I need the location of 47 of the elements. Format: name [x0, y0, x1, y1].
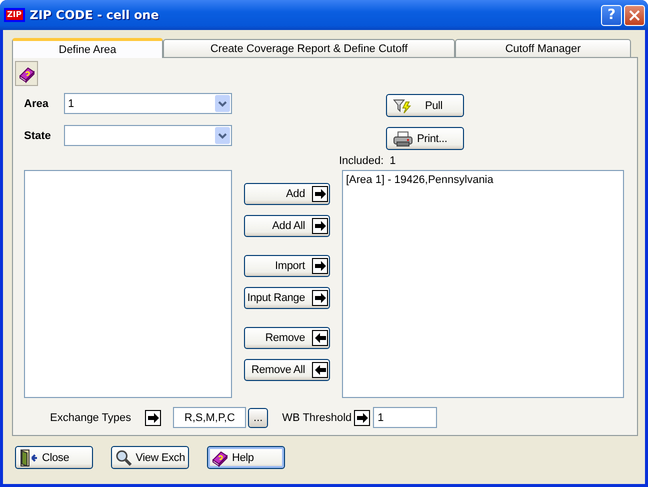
area-dropdown[interactable]: 1 — [64, 93, 232, 114]
remove-button[interactable]: Remove — [244, 327, 330, 349]
state-label: State — [24, 130, 52, 142]
help-button[interactable]: ? — [601, 4, 622, 26]
help-button[interactable]: Help — [207, 446, 285, 469]
add-button[interactable]: Input Range — [244, 287, 330, 309]
right-arrow-icon — [354, 410, 370, 426]
close-icon — [629, 10, 640, 20]
tab[interactable]: Define Area — [12, 38, 163, 58]
close-button[interactable] — [624, 4, 645, 26]
list-item[interactable]: [Area 1] - 19426,Pennsylvania — [346, 174, 620, 186]
add-button[interactable]: Add All — [244, 215, 330, 237]
add-button[interactable]: Add — [244, 183, 330, 205]
left-arrow-icon — [312, 330, 328, 346]
wb-threshold-field[interactable]: 1 — [372, 407, 437, 428]
right-arrow-icon — [312, 258, 328, 274]
tab[interactable]: Create Coverage Report & Define Cutoff — [163, 39, 455, 57]
funnel-icon — [393, 98, 413, 114]
door-icon — [19, 448, 39, 466]
right-arrow-icon — [145, 410, 162, 426]
right-arrow-icon — [312, 186, 328, 202]
book-icon — [18, 64, 36, 82]
included-list[interactable]: [Area 1] - 19426,Pennsylvania — [342, 170, 624, 398]
app-icon: ZIP — [4, 8, 25, 22]
magnifier-icon — [115, 448, 133, 466]
help-book-button[interactable] — [15, 61, 38, 86]
exchange-types-field[interactable]: R,S,M,P,C — [173, 407, 246, 428]
tab[interactable]: Cutoff Manager — [455, 39, 631, 57]
book-icon — [211, 448, 229, 466]
wb-threshold-label: WB Threshold — [282, 412, 352, 424]
right-arrow-icon — [312, 218, 328, 234]
browse-button[interactable]: ... — [248, 408, 268, 428]
printer-icon — [393, 130, 413, 148]
right-arrow-icon — [312, 290, 328, 306]
exchange-types-label: Exchange Types — [50, 412, 132, 424]
included-count: 1 — [390, 155, 396, 167]
window-title: ZIP CODE - cell one — [30, 8, 160, 22]
close-button[interactable]: Close — [15, 446, 93, 469]
add-button[interactable]: Import — [244, 255, 330, 277]
print-button[interactable]: Print... — [386, 127, 464, 150]
remove-button[interactable]: Remove All — [244, 359, 330, 381]
state-dropdown[interactable] — [64, 125, 232, 146]
left-arrow-icon — [312, 362, 328, 378]
included-label: Included: — [339, 155, 384, 167]
area-label: Area — [24, 98, 50, 110]
pull-button[interactable]: Pull — [386, 94, 464, 117]
view-exch-button[interactable]: View Exch — [111, 446, 189, 469]
